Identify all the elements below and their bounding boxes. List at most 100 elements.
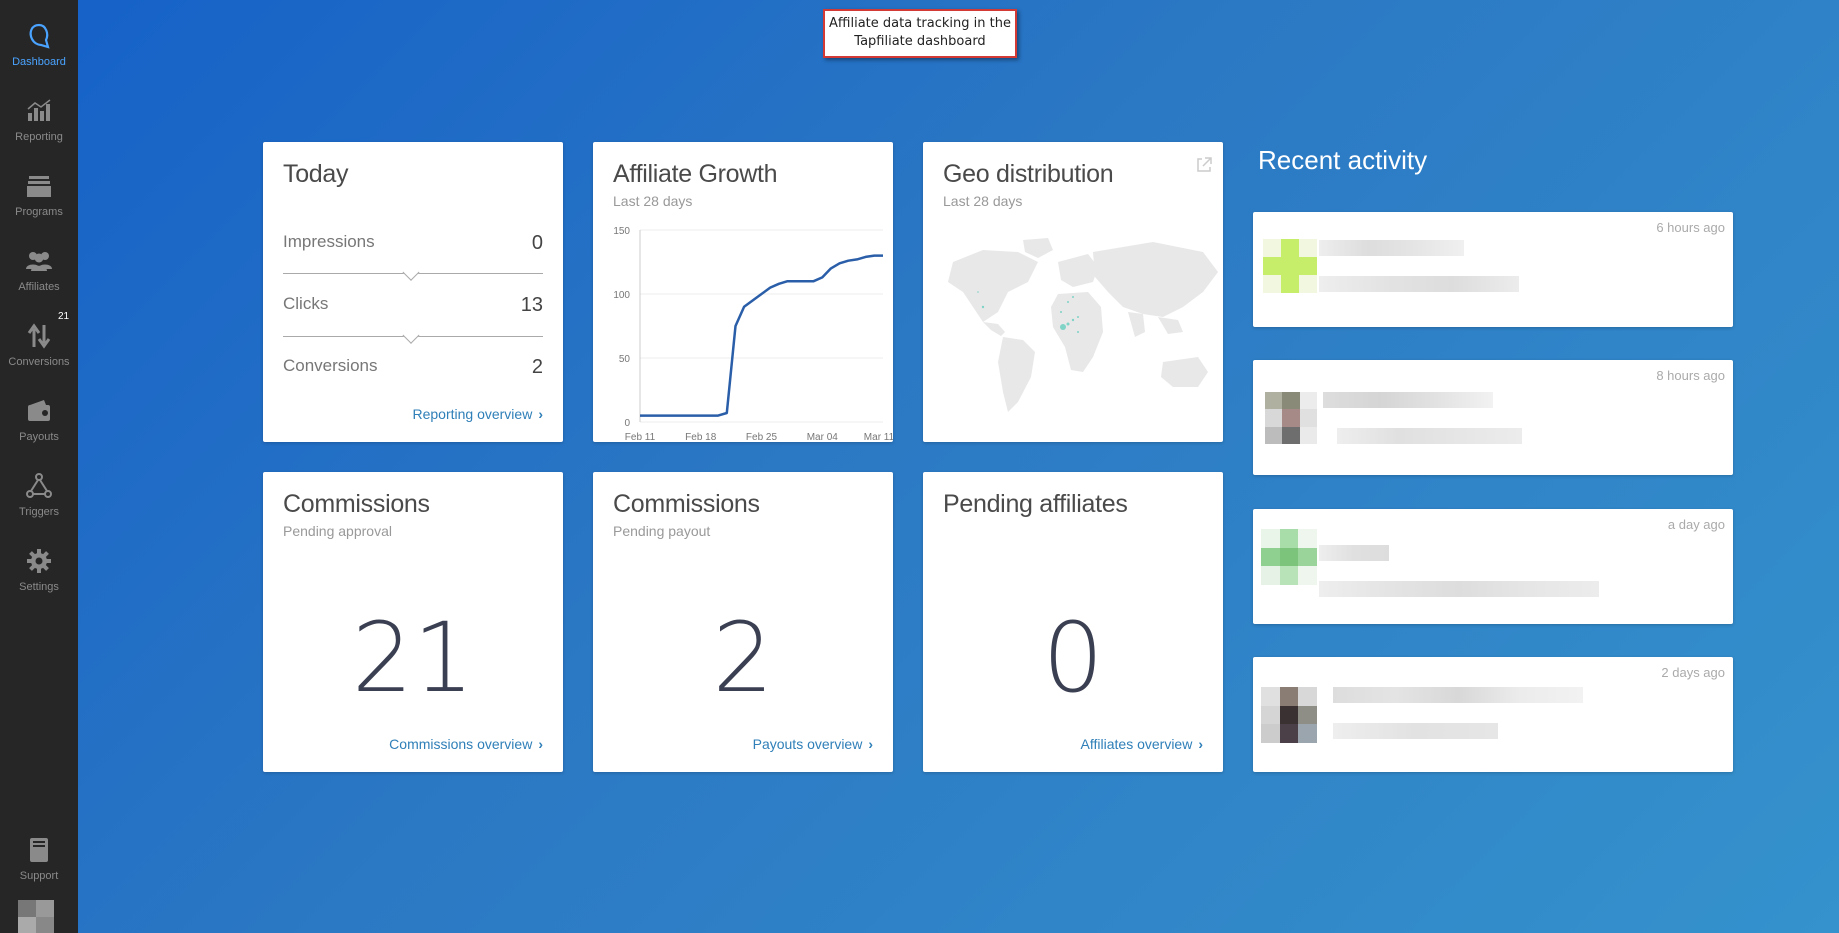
blurred-text <box>1333 723 1498 739</box>
link-label: Payouts overview <box>752 736 863 752</box>
metric-label: Impressions <box>283 232 375 251</box>
blurred-text <box>1319 581 1599 597</box>
triggers-icon <box>25 472 53 500</box>
blurred-text <box>1333 687 1583 703</box>
activity-time: 2 days ago <box>1661 665 1725 680</box>
callout-line-2: Tapfiliate dashboard <box>854 34 986 49</box>
chevron-right-icon: › <box>538 736 543 752</box>
affiliates-overview-link[interactable]: Affiliates overview › <box>1081 736 1203 752</box>
commissions-payout-card: Commissions Pending payout 2 Payouts ove… <box>593 472 893 772</box>
sidebar-item-payouts[interactable]: Payouts <box>0 397 78 467</box>
sidebar-item-label: Programs <box>15 206 63 218</box>
sidebar-item-triggers[interactable]: Triggers <box>0 472 78 542</box>
avatar <box>1261 687 1317 743</box>
sidebar-item-conversions[interactable]: Conversions <box>0 322 78 392</box>
activity-time: a day ago <box>1667 517 1725 532</box>
sidebar-item-label: Triggers <box>19 506 59 518</box>
metric-clicks: Clicks 13 <box>283 294 543 317</box>
blurred-text <box>1337 428 1522 444</box>
x-tick-label: Mar 04 <box>807 432 839 440</box>
blurred-text <box>1323 392 1493 408</box>
blurred-text <box>1319 545 1389 561</box>
sidebar-item-label: Conversions <box>8 356 70 368</box>
y-tick-label: 0 <box>624 418 630 429</box>
card-subtitle: Last 28 days <box>943 193 1023 209</box>
metric-label: Conversions <box>283 356 378 375</box>
sidebar-item-label: Settings <box>19 581 59 593</box>
x-tick-label: Feb 25 <box>746 432 778 440</box>
recent-activity-title: Recent activity <box>1258 145 1428 175</box>
activity-item[interactable]: a day ago <box>1253 509 1733 624</box>
programs-icon <box>25 172 53 200</box>
link-label: Commissions overview <box>389 736 533 752</box>
today-card: Today Impressions 0 Clicks 13 Conversion… <box>263 142 563 442</box>
x-tick-label: Feb 11 <box>625 432 656 440</box>
commissions-overview-link[interactable]: Commissions overview › <box>389 736 543 752</box>
activity-time: 8 hours ago <box>1656 368 1725 383</box>
y-tick-label: 100 <box>613 290 630 301</box>
annotation-callout: Affiliate data tracking in the Tapfiliat… <box>823 9 1017 58</box>
card-title: Commissions <box>283 490 430 518</box>
y-tick-label: 150 <box>613 226 630 237</box>
activity-item[interactable]: 8 hours ago <box>1253 360 1733 475</box>
pending-affiliates-card: Pending affiliates 0 Affiliates overview… <box>923 472 1223 772</box>
sidebar-item-reporting[interactable]: Reporting <box>0 97 78 167</box>
sidebar: Dashboard Reporting Programs Affiliates … <box>0 0 78 933</box>
card-title: Geo distribution <box>943 160 1114 188</box>
bar-chart-icon <box>25 97 53 125</box>
series-line <box>640 254 883 417</box>
blurred-text <box>1319 240 1464 256</box>
arrows-icon <box>25 322 53 350</box>
sidebar-item-label: Reporting <box>15 131 63 143</box>
chevron-right-icon: › <box>538 406 543 422</box>
reporting-overview-link[interactable]: Reporting overview › <box>412 406 543 422</box>
conversions-badge: 21 <box>58 311 70 322</box>
big-number: 21 <box>351 602 475 714</box>
blurred-text <box>1319 276 1519 292</box>
logo-icon <box>25 22 53 50</box>
callout-line-1: Affiliate data tracking in the <box>829 16 1011 31</box>
card-title: Today <box>283 160 349 188</box>
metric-impressions: Impressions 0 <box>283 232 543 255</box>
world-map[interactable] <box>923 232 1223 432</box>
avatar <box>1265 392 1317 444</box>
avatar[interactable] <box>18 900 54 933</box>
card-subtitle: Pending payout <box>613 523 711 539</box>
big-number: 2 <box>712 602 774 714</box>
sidebar-item-label: Dashboard <box>12 56 66 68</box>
users-icon <box>25 247 53 275</box>
card-subtitle: Last 28 days <box>613 193 693 209</box>
sidebar-item-affiliates[interactable]: Affiliates <box>0 247 78 317</box>
activity-time: 6 hours ago <box>1656 220 1725 235</box>
x-tick-label: Mar 11 <box>864 432 893 440</box>
wallet-icon <box>25 397 53 425</box>
big-number: 0 <box>1042 602 1104 714</box>
metric-value: 2 <box>531 356 543 378</box>
x-tick-label: Feb 18 <box>685 432 717 440</box>
card-title: Affiliate Growth <box>613 160 778 188</box>
link-label: Affiliates overview <box>1080 736 1193 752</box>
divider <box>283 326 543 344</box>
book-icon <box>25 836 53 864</box>
sidebar-item-support[interactable]: Support <box>0 836 78 906</box>
chevron-right-icon: › <box>1198 736 1203 752</box>
affiliate-growth-card: Affiliate Growth Last 28 days 0 50 100 150 F… <box>593 142 893 442</box>
divider <box>283 263 543 281</box>
metric-conversions: Conversions 2 <box>283 356 543 379</box>
gear-icon <box>25 547 53 575</box>
geo-distribution-card: Geo distribution Last 28 days <box>923 142 1223 442</box>
sidebar-item-settings[interactable]: Settings <box>0 547 78 617</box>
metric-label: Clicks <box>283 294 329 313</box>
activity-item[interactable]: 2 days ago <box>1253 657 1733 772</box>
card-title: Pending affiliates <box>943 490 1128 518</box>
external-link-icon[interactable] <box>1195 156 1213 179</box>
sidebar-item-label: Affiliates <box>18 281 60 293</box>
sidebar-item-programs[interactable]: Programs <box>0 172 78 242</box>
commissions-approval-card: Commissions Pending approval 21 Commissi… <box>263 472 563 772</box>
activity-item[interactable]: 6 hours ago <box>1253 212 1733 327</box>
card-title: Commissions <box>613 490 760 518</box>
sidebar-item-dashboard[interactable]: Dashboard <box>0 22 78 92</box>
sidebar-item-label: Payouts <box>19 431 59 443</box>
payouts-overview-link[interactable]: Payouts overview › <box>753 736 873 752</box>
avatar <box>1263 239 1317 293</box>
